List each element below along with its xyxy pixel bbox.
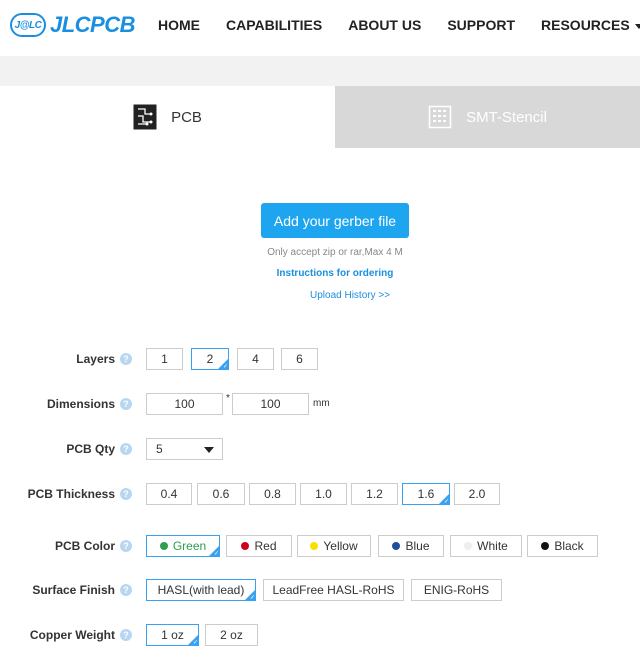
upload-history-link[interactable]: Upload History >>	[310, 290, 390, 301]
pcb-board-icon	[133, 104, 157, 130]
thickness-option-selected[interactable]: 1.6	[402, 483, 450, 505]
site-header: J@LC JLCPCB HOME CAPABILITIES ABOUT US S…	[0, 0, 640, 56]
dimension-separator: *	[226, 393, 230, 404]
help-icon[interactable]: ?	[120, 353, 132, 365]
help-icon[interactable]: ?	[120, 540, 132, 552]
header-spacer	[0, 56, 640, 86]
qty-row: PCB Qty ? 5	[0, 438, 640, 462]
thickness-option[interactable]: 1.0	[300, 483, 347, 505]
logo-text: JLCPCB	[50, 12, 136, 37]
dropdown-arrow-icon	[204, 447, 214, 453]
finish-row: Surface Finish ? HASL(with lead) LeadFre…	[0, 579, 640, 603]
thickness-option[interactable]: 1.2	[351, 483, 398, 505]
thickness-option[interactable]: 0.8	[249, 483, 296, 505]
nav-about-us[interactable]: ABOUT US	[348, 17, 421, 33]
add-gerber-file-button[interactable]: Add your gerber file	[261, 203, 409, 238]
color-dot	[541, 542, 550, 550]
finish-option-enig[interactable]: ENIG-RoHS	[411, 579, 502, 601]
nav-home[interactable]: HOME	[158, 17, 200, 33]
color-dot	[241, 542, 250, 550]
tab-smt-stencil[interactable]: SMT-Stencil	[335, 86, 640, 148]
thickness-option[interactable]: 0.4	[146, 483, 192, 505]
color-row: PCB Color ? Green Red Yellow Blue White …	[0, 535, 640, 559]
layers-option-2[interactable]: 2	[191, 348, 229, 370]
color-option-white[interactable]: White	[450, 535, 522, 557]
help-icon[interactable]: ?	[120, 443, 132, 455]
color-dot	[310, 542, 319, 550]
copper-option-2oz[interactable]: 2 oz	[205, 624, 258, 646]
nav-support[interactable]: SUPPORT	[447, 17, 515, 33]
main-nav: HOME CAPABILITIES ABOUT US SUPPORT RESOU…	[158, 17, 640, 33]
instructions-link[interactable]: Instructions for ordering	[0, 268, 640, 279]
finish-option-hasl[interactable]: HASL(with lead)	[146, 579, 256, 601]
color-label: PCB Color	[55, 539, 115, 553]
copper-row: Copper Weight ? 1 oz 2 oz	[0, 624, 640, 648]
tab-smt-label: SMT-Stencil	[466, 108, 547, 126]
color-option-blue[interactable]: Blue	[378, 535, 444, 557]
thickness-row: PCB Thickness ? 0.4 0.6 0.8 1.0 1.2 1.6 …	[0, 483, 640, 507]
qty-label: PCB Qty	[66, 442, 115, 456]
width-input[interactable]: 100	[146, 393, 223, 415]
nav-resources[interactable]: RESOURCES	[541, 17, 640, 33]
stencil-icon	[428, 105, 452, 129]
help-icon[interactable]: ?	[120, 398, 132, 410]
help-icon[interactable]: ?	[120, 629, 132, 641]
layers-option-1[interactable]: 1	[146, 348, 183, 370]
height-input[interactable]: 100	[232, 393, 309, 415]
thickness-label: PCB Thickness	[27, 487, 115, 501]
finish-option-leadfree[interactable]: LeadFree HASL-RoHS	[263, 579, 404, 601]
copper-label: Copper Weight	[29, 628, 115, 642]
qty-select[interactable]: 5	[146, 438, 223, 460]
upload-note: Only accept zip or rar,Max 4 M	[267, 247, 403, 258]
help-icon[interactable]: ?	[120, 584, 132, 596]
logo-badge: J@LC	[10, 13, 46, 37]
product-tabs: PCB SMT-Stencil	[0, 86, 640, 148]
tab-pcb[interactable]: PCB	[0, 86, 335, 148]
layers-option-6[interactable]: 6	[281, 348, 318, 370]
color-option-green[interactable]: Green	[146, 535, 220, 557]
copper-option-1oz[interactable]: 1 oz	[146, 624, 199, 646]
help-icon[interactable]: ?	[120, 488, 132, 500]
dimensions-row: Dimensions ? 100 * 100 mm	[0, 393, 640, 417]
jlcpcb-logo[interactable]: J@LC JLCPCB	[10, 10, 136, 40]
dimension-unit: mm	[313, 398, 330, 409]
color-dot	[392, 542, 401, 550]
layers-option-4[interactable]: 4	[237, 348, 274, 370]
thickness-option[interactable]: 0.6	[197, 483, 245, 505]
color-option-black[interactable]: Black	[527, 535, 598, 557]
tab-pcb-label: PCB	[171, 108, 202, 126]
color-option-red[interactable]: Red	[226, 535, 292, 557]
qty-value: 5	[156, 442, 163, 456]
thickness-option[interactable]: 2.0	[454, 483, 500, 505]
nav-capabilities[interactable]: CAPABILITIES	[226, 17, 322, 33]
color-dot	[159, 542, 168, 550]
finish-label: Surface Finish	[32, 583, 115, 597]
layers-label: Layers	[76, 352, 115, 366]
color-dot	[464, 542, 473, 550]
color-option-yellow[interactable]: Yellow	[297, 535, 371, 557]
caret-down-icon	[634, 23, 640, 29]
dimensions-label: Dimensions	[46, 397, 115, 411]
layers-row: Layers ? 1 2 4 6	[0, 348, 640, 372]
